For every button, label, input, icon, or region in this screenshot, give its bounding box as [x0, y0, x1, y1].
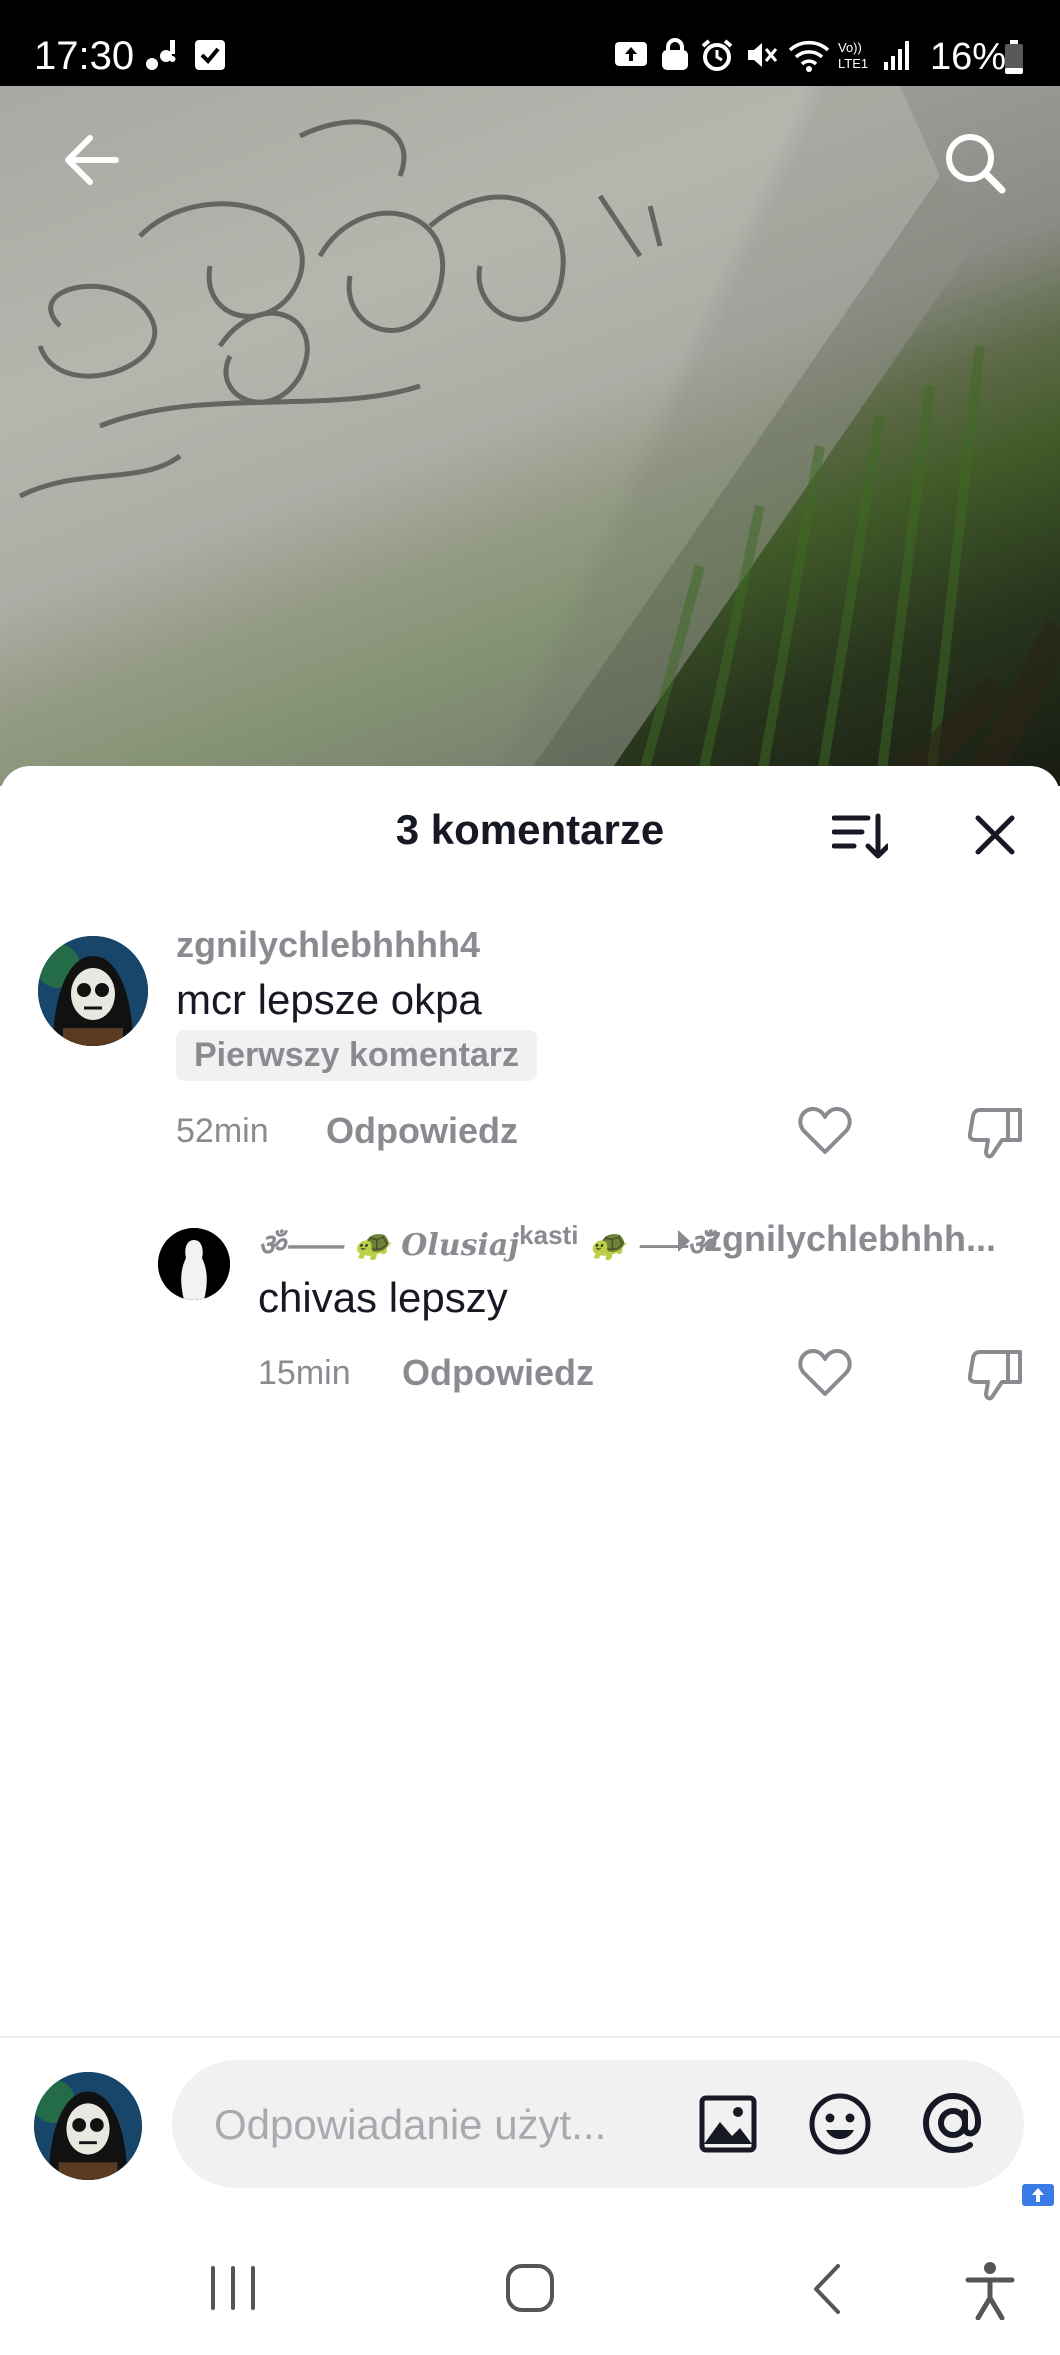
video-background[interactable]: [0, 86, 1060, 786]
comment-username[interactable]: zgnilychlebhhhh4: [176, 924, 480, 966]
thumbs-down-icon: [967, 1350, 1022, 1401]
reply-button[interactable]: Odpowiedz: [402, 1352, 594, 1394]
volte-icon: Vo)) LTE1: [836, 38, 876, 77]
comment-composer: [172, 2060, 1024, 2188]
sort-icon: [831, 813, 891, 859]
checkbox-icon: [194, 38, 226, 77]
status-time: 17:30: [34, 34, 135, 78]
turtle-icon: 🐢: [353, 1228, 391, 1263]
comments-title: 3 komentarze: [395, 806, 665, 853]
accessibility-button[interactable]: [964, 2260, 1016, 2325]
mention-icon: [922, 2092, 982, 2154]
ornament-left: ॐ⸺: [258, 1228, 343, 1263]
heart-icon: [798, 1107, 852, 1154]
reply-button[interactable]: Odpowiedz: [326, 1110, 518, 1152]
signal-icon: [882, 38, 912, 77]
back-arrow-icon: [65, 135, 119, 185]
mute-icon: [744, 38, 778, 77]
composer-divider: [0, 2036, 1060, 2038]
image-icon: [699, 2095, 757, 2153]
avatar[interactable]: [158, 1228, 230, 1300]
notification-icon: [142, 38, 178, 79]
navigation-bar: [0, 2210, 1060, 2355]
emoji-button[interactable]: [808, 2092, 872, 2161]
close-button[interactable]: [972, 812, 1018, 863]
comment-time: 52min: [176, 1112, 269, 1150]
sort-button[interactable]: [831, 812, 891, 867]
avatar[interactable]: [38, 936, 148, 1046]
svg-text:Vo)): Vo)): [838, 40, 862, 55]
upload-badge-icon: [1020, 2178, 1056, 2208]
like-button[interactable]: [798, 1348, 852, 1403]
comment-input[interactable]: [212, 2094, 656, 2156]
comment-item: zgnilychlebhhhh4 mcr lepsze okpa Pierwsz…: [0, 910, 1060, 1160]
back-button[interactable]: [60, 130, 122, 195]
recent-apps-button[interactable]: [208, 2266, 258, 2315]
search-icon: [946, 134, 1006, 194]
reply-arrow-icon: [678, 1230, 690, 1252]
home-icon: [506, 2264, 554, 2312]
status-bar: 17:30 Vo)) LTE1 16%: [0, 0, 1060, 86]
upload-icon: [614, 38, 648, 73]
comment-text: mcr lepsze okpa: [176, 976, 482, 1023]
reply-time: 15min: [258, 1354, 351, 1392]
back-icon: [814, 2264, 840, 2314]
home-button[interactable]: [504, 2262, 556, 2319]
dislike-button[interactable]: [967, 1348, 1024, 1407]
nav-back-button[interactable]: [808, 2262, 844, 2321]
close-icon: [975, 815, 1015, 855]
like-button[interactable]: [798, 1106, 852, 1161]
turtle-icon: 🐢: [588, 1228, 627, 1263]
heart-icon: [798, 1349, 852, 1396]
dislike-button[interactable]: [967, 1106, 1024, 1165]
my-avatar[interactable]: [34, 2072, 142, 2180]
reply-username[interactable]: ॐ⸺ 🐢 Olusiajkasti 🐢 ⸺ॐ: [258, 1220, 714, 1264]
image-button[interactable]: [698, 2094, 758, 2159]
first-comment-badge: Pierwszy komentarz: [176, 1030, 538, 1081]
recent-apps-icon: [211, 2266, 255, 2310]
wifi-icon: [788, 38, 830, 77]
battery-icon: [1004, 40, 1024, 79]
reply-text: chivas lepszy: [258, 1274, 508, 1321]
lock-icon: [660, 38, 690, 77]
thumbs-down-icon: [967, 1108, 1022, 1159]
battery-percent: 16%: [929, 36, 1006, 78]
accessibility-icon: [965, 2262, 1015, 2321]
emoji-icon: [809, 2093, 871, 2155]
reply-item: ॐ⸺ 🐢 Olusiajkasti 🐢 ⸺ॐ zgnilychlebhhh...…: [0, 1208, 1060, 1408]
reply-to-username[interactable]: zgnilychlebhhh...: [704, 1218, 996, 1260]
search-button[interactable]: [942, 130, 1008, 201]
alarm-icon: [700, 38, 734, 77]
svg-text:LTE1: LTE1: [838, 56, 868, 71]
mention-button[interactable]: [920, 2090, 986, 2161]
